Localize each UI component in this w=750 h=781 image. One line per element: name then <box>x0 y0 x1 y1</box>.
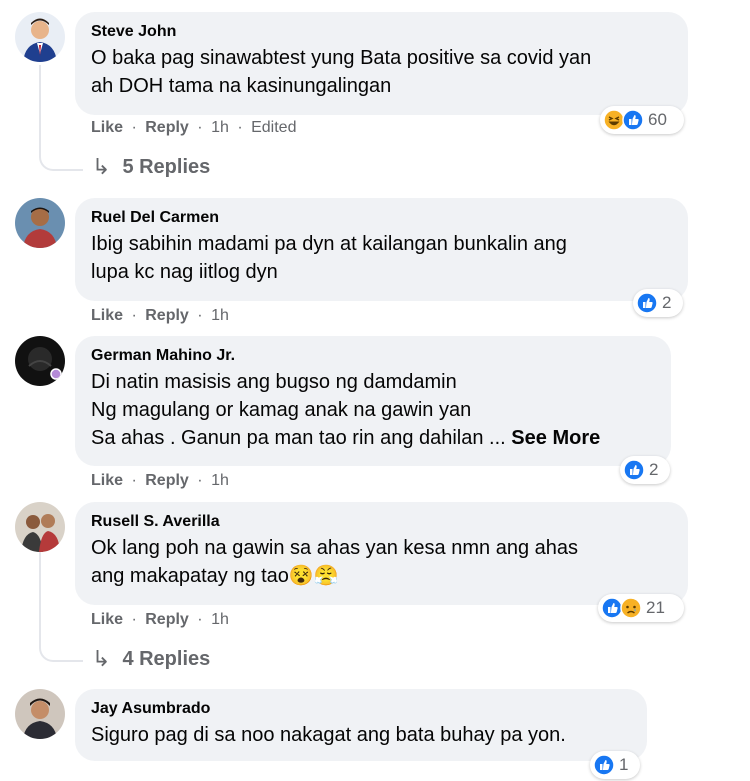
reply-button[interactable]: Reply <box>145 119 189 136</box>
separator-dot: · <box>197 472 203 489</box>
avatar[interactable] <box>15 12 65 62</box>
comment-body: Di natin masisis ang bugso ng damdamin N… <box>91 371 506 449</box>
reaction-summary[interactable]: 2 <box>620 456 670 484</box>
separator-dot: · <box>131 472 137 489</box>
comment-bubble: Jay Asumbrado Siguro pag di sa noo nakag… <box>75 689 647 761</box>
replies-label: 5 Replies <box>122 155 211 178</box>
comment-author[interactable]: German Mahino Jr. <box>91 346 651 366</box>
avatar[interactable] <box>15 502 65 552</box>
comment-text: Di natin masisis ang bugso ng damdamin N… <box>91 368 651 452</box>
reaction-count: 60 <box>648 110 667 129</box>
separator-dot: · <box>197 611 203 628</box>
comment-bubble: Steve John O baka pag sinawabtest yung B… <box>75 12 688 115</box>
reaction-count: 2 <box>662 293 672 312</box>
view-replies-link[interactable]: ↳ 4 Replies <box>92 646 210 672</box>
separator-dot: · <box>197 307 203 324</box>
comment-author[interactable]: Rusell S. Averilla <box>91 512 668 532</box>
timestamp[interactable]: 1h <box>211 307 229 324</box>
like-icon <box>622 109 644 131</box>
reaction-summary[interactable]: 60 <box>600 106 684 134</box>
timestamp[interactable]: 1h <box>211 119 229 136</box>
comment-text: O baka pag sinawabtest yung Bata positiv… <box>91 47 592 97</box>
comment-text: Ok lang poh na gawin sa ahas yan kesa nm… <box>91 537 578 587</box>
reaction-count: 2 <box>649 460 659 479</box>
reply-arrow-icon: ↳ <box>92 154 111 179</box>
comment-actions: Like · Reply · 1h <box>91 610 229 630</box>
separator-dot: · <box>131 119 137 136</box>
replies-label: 4 Replies <box>122 647 211 670</box>
comment-text: Ibig sabihin madami pa dyn at kailangan … <box>91 233 567 283</box>
like-icon <box>593 754 615 776</box>
reply-button[interactable]: Reply <box>145 307 189 324</box>
comment-author[interactable]: Ruel Del Carmen <box>91 208 668 228</box>
reply-button[interactable]: Reply <box>145 472 189 489</box>
avatar[interactable] <box>15 689 65 739</box>
comment-bubble: Ruel Del Carmen Ibig sabihin madami pa d… <box>75 198 688 301</box>
reply-button[interactable]: Reply <box>145 611 189 628</box>
comment-bubble: Rusell S. Averilla Ok lang poh na gawin … <box>75 502 688 605</box>
reaction-count: 21 <box>646 598 665 617</box>
separator-dot: · <box>131 307 137 324</box>
comment-author[interactable]: Jay Asumbrado <box>91 699 627 719</box>
reply-arrow-icon: ↳ <box>92 646 111 671</box>
reaction-summary[interactable]: 1 <box>590 751 640 779</box>
reaction-summary[interactable]: 21 <box>598 594 684 622</box>
sad-icon <box>620 597 642 619</box>
reaction-count: 1 <box>619 755 629 774</box>
separator-dot: · <box>237 119 243 136</box>
comment-bubble: German Mahino Jr. Di natin masisis ang b… <box>75 336 671 466</box>
comment-actions: Like · Reply · 1h <box>91 306 229 326</box>
comment-actions: Like · Reply · 1h <box>91 471 229 491</box>
like-button[interactable]: Like <box>91 472 123 489</box>
avatar[interactable] <box>15 336 65 386</box>
like-button[interactable]: Like <box>91 611 123 628</box>
like-icon <box>636 292 658 314</box>
separator-dot: · <box>131 611 137 628</box>
timestamp[interactable]: 1h <box>211 472 229 489</box>
avatar[interactable] <box>15 198 65 248</box>
see-more-link[interactable]: See More <box>511 427 600 449</box>
reaction-summary[interactable]: 2 <box>633 289 683 317</box>
like-button[interactable]: Like <box>91 307 123 324</box>
separator-dot: · <box>197 119 203 136</box>
comment-text: Siguro pag di sa noo nakagat ang bata bu… <box>91 724 566 746</box>
view-replies-link[interactable]: ↳ 5 Replies <box>92 154 210 180</box>
like-icon <box>623 459 645 481</box>
comment-actions: Like · Reply · 1h · Edited <box>91 118 296 138</box>
edited-label: Edited <box>251 119 297 136</box>
timestamp[interactable]: 1h <box>211 611 229 628</box>
comment-author[interactable]: Steve John <box>91 22 668 42</box>
like-button[interactable]: Like <box>91 119 123 136</box>
